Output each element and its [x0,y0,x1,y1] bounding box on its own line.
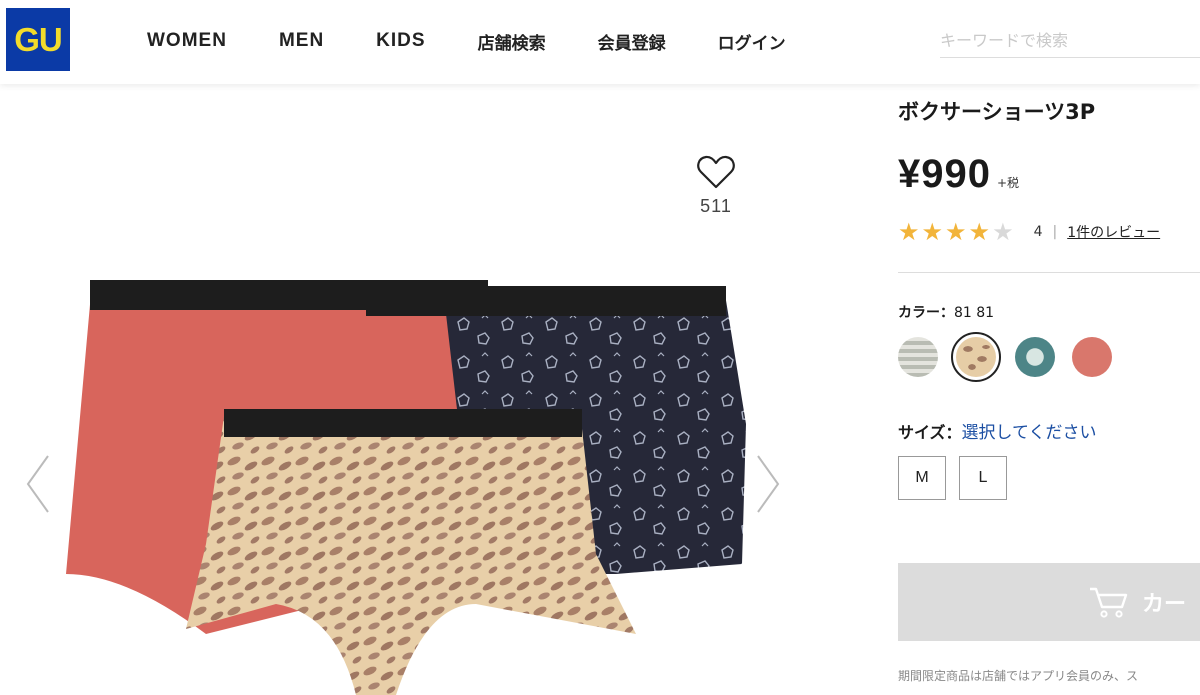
nav-women[interactable]: WOMEN [147,30,227,52]
price: ¥990 +税 [898,152,1019,197]
nav-register[interactable]: 会員登録 [598,29,666,54]
product-title: ボクサーショーツ3P [898,100,1096,124]
nav-store-search[interactable]: 店舗検索 [478,29,546,54]
star-icon: ★ [945,218,967,246]
size-options: M L [898,456,1020,500]
search-box [940,24,1200,58]
color-swatch-leopard-selected[interactable] [951,332,1001,382]
product-gallery: 511 [0,84,860,695]
size-button-l[interactable]: L [959,456,1007,500]
price-tax: +税 [996,176,1020,190]
prev-image-arrow-icon[interactable] [24,454,54,514]
color-code: 81 81 [954,305,995,321]
price-value: ¥990 [898,152,991,196]
color-swatches [898,332,1129,382]
rating-value: 4 [1033,224,1043,240]
nav-men[interactable]: MEN [279,30,324,52]
heart-icon [697,155,735,189]
limited-note: 期間限定商品は店舗ではアプリ会員のみ、ス [898,669,1139,683]
size-prompt: 選択してください [961,423,1097,443]
size-label: サイズ：選択してください [898,418,1097,443]
color-label: カラー：81 81 [898,302,994,322]
rating: ★ ★ ★ ★ ★ 4 | 1件のレビュー [898,220,1160,244]
gu-logo[interactable]: GU [6,8,70,71]
star-icon: ★ [968,218,991,246]
nav-login[interactable]: ログイン [718,29,786,54]
search-input[interactable] [940,24,1200,57]
favorite-button[interactable]: 511 [694,154,738,217]
star-empty-icon: ★ [992,218,1014,246]
favorite-count: 511 [700,196,732,216]
site-header: GU WOMEN MEN KIDS 店舗検索 会員登録 ログイン [0,0,1200,84]
color-swatch-stripe[interactable] [898,337,938,377]
next-image-arrow-icon[interactable] [752,454,782,514]
main-nav: WOMEN MEN KIDS 店舗検索 会員登録 ログイン [147,0,838,82]
star-icon: ★ [921,218,944,246]
star-icon: ★ [898,218,920,246]
add-to-cart-button[interactable]: カー [898,563,1200,641]
color-swatch-teal-pattern[interactable] [1015,337,1055,377]
rating-separator: | [1052,224,1058,240]
color-swatch-coral[interactable] [1072,337,1112,377]
product-image [66,280,746,695]
color-label-title: カラー： [898,305,954,321]
star-rating: ★ ★ ★ ★ ★ [898,220,1016,244]
cart-label: カー [1142,592,1187,617]
size-button-m[interactable]: M [898,456,946,500]
logo-text: GU [14,20,62,58]
cart-icon [1090,587,1128,618]
divider [898,272,1200,273]
size-label-title: サイズ： [898,423,962,442]
product-info: ボクサーショーツ3P ¥990 +税 ★ ★ ★ ★ ★ 4 | 1件のレビュー… [898,84,1200,695]
review-link[interactable]: 1件のレビュー [1067,222,1160,242]
nav-kids[interactable]: KIDS [376,30,425,52]
